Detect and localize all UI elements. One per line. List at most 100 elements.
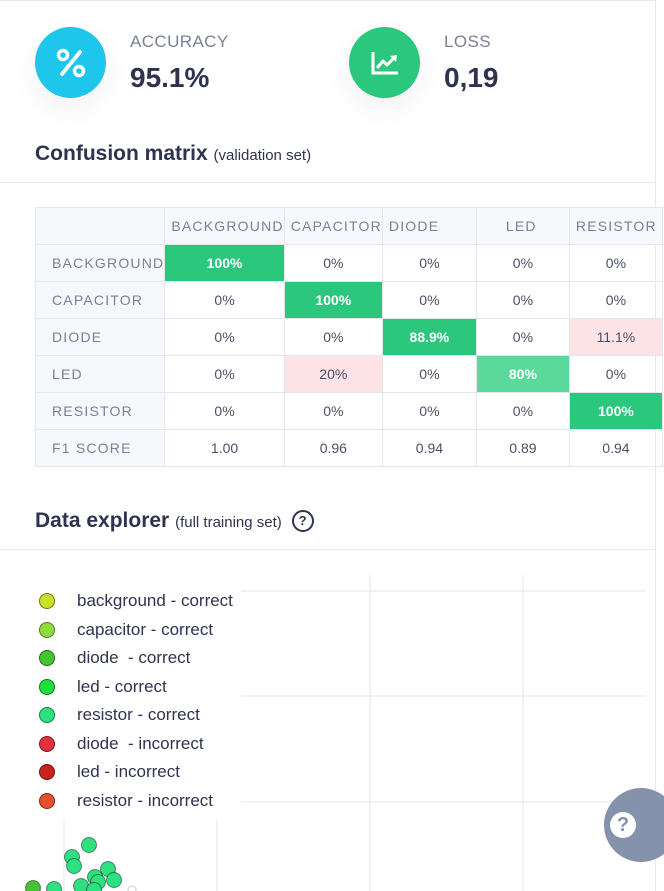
accuracy-stat: ACCURACY 95.1% xyxy=(35,27,275,98)
column-header: BACKGROUND xyxy=(164,207,285,245)
loss-stat: LOSS 0,19 xyxy=(349,27,589,98)
matrix-cell: 100% xyxy=(164,244,285,282)
confusion-matrix-title: Confusion matrix (validation set) xyxy=(35,142,311,166)
legend-dot xyxy=(39,593,55,610)
section-divider xyxy=(0,549,655,550)
legend-dot xyxy=(39,707,55,724)
legend-item[interactable]: resistor - incorrect xyxy=(38,787,233,816)
legend-item[interactable]: led - correct xyxy=(38,673,233,702)
f1-cell: 0.94 xyxy=(568,429,663,467)
loss-label: LOSS xyxy=(444,32,491,51)
data-point xyxy=(25,880,41,891)
data-explorer-title: Data explorer (full training set) ? xyxy=(35,509,314,533)
confusion-matrix-table: BACKGROUND CAPACITOR DIODE LED RESISTOR … xyxy=(34,207,663,467)
legend-item[interactable]: diode - correct xyxy=(38,644,233,673)
row-header: DIODE xyxy=(34,318,166,356)
matrix-cell: 88.9% xyxy=(381,318,477,356)
matrix-cell: 0% xyxy=(164,392,285,430)
legend-label: diode - correct xyxy=(77,648,191,668)
explorer-title-text: Data explorer xyxy=(35,509,170,532)
accuracy-label: ACCURACY xyxy=(130,32,229,51)
matrix-cell: 0% xyxy=(164,355,285,393)
data-points xyxy=(25,837,137,891)
column-header: RESISTOR xyxy=(568,207,663,245)
confusion-title-text: Confusion matrix xyxy=(35,142,208,165)
top-border xyxy=(0,0,655,1)
f1-cell: 0.89 xyxy=(475,429,570,467)
matrix-cell: 0% xyxy=(568,244,663,282)
table-header-row: BACKGROUND CAPACITOR DIODE LED RESISTOR xyxy=(34,207,663,245)
table-row: CAPACITOR 0% 100% 0% 0% 0% xyxy=(34,281,663,319)
question-icon: ? xyxy=(610,812,636,838)
legend-item[interactable]: capacitor - correct xyxy=(38,616,233,645)
matrix-cell: 11.1% xyxy=(568,318,663,356)
row-header: CAPACITOR xyxy=(34,281,166,319)
legend-label: resistor - correct xyxy=(77,705,200,725)
matrix-cell: 0% xyxy=(283,318,383,356)
legend-item[interactable]: diode - incorrect xyxy=(38,730,233,759)
legend-label: diode - incorrect xyxy=(77,733,204,753)
matrix-cell: 0% xyxy=(475,244,570,282)
row-header: RESISTOR xyxy=(34,392,166,430)
f1-cell: 0.96 xyxy=(283,429,383,467)
legend-dot xyxy=(39,792,55,809)
matrix-cell: 0% xyxy=(381,355,477,393)
matrix-cell: 100% xyxy=(283,281,383,319)
matrix-cell: 100% xyxy=(568,392,663,430)
column-header: DIODE xyxy=(381,207,477,245)
matrix-cell: 0% xyxy=(475,392,570,430)
table-row: DIODE 0% 0% 88.9% 0% 11.1% xyxy=(34,318,663,356)
table-corner xyxy=(34,207,166,245)
matrix-cell: 0% xyxy=(381,281,477,319)
confusion-subtitle: (validation set) xyxy=(213,147,312,164)
help-icon[interactable]: ? xyxy=(291,510,314,532)
matrix-cell: 0% xyxy=(381,244,477,282)
legend-dot xyxy=(39,735,55,752)
matrix-cell: 0% xyxy=(568,281,663,319)
f1-cell: 0.94 xyxy=(381,429,477,467)
f1-cell: 1.00 xyxy=(164,429,285,467)
data-point xyxy=(127,885,137,891)
explorer-subtitle: (full training set) xyxy=(175,514,282,531)
legend-label: capacitor - correct xyxy=(77,619,214,639)
matrix-cell: 0% xyxy=(283,244,383,282)
trending-up-icon xyxy=(349,27,420,98)
matrix-cell: 0% xyxy=(283,392,383,430)
matrix-cell: 0% xyxy=(475,281,570,319)
legend-label: led - incorrect xyxy=(77,762,180,782)
legend-label: resistor - incorrect xyxy=(77,790,214,810)
row-header: LED xyxy=(34,355,166,393)
legend-dot xyxy=(39,621,55,638)
f1-score-row: F1 SCORE 1.00 0.96 0.94 0.89 0.94 xyxy=(34,429,663,467)
data-point xyxy=(106,872,122,888)
accuracy-value: 95.1% xyxy=(130,62,210,93)
matrix-cell: 0% xyxy=(164,281,285,319)
row-header: BACKGROUND xyxy=(34,244,166,282)
table-row: RESISTOR 0% 0% 0% 0% 100% xyxy=(34,392,663,430)
data-point xyxy=(46,881,62,891)
legend-dot xyxy=(39,678,55,695)
legend-item[interactable]: background - correct xyxy=(38,587,233,616)
matrix-cell: 0% xyxy=(381,392,477,430)
legend-item[interactable]: led - incorrect xyxy=(38,758,233,787)
legend-label: led - correct xyxy=(77,676,167,696)
legend-dot xyxy=(39,764,55,781)
matrix-cell: 0% xyxy=(475,318,570,356)
matrix-cell: 0% xyxy=(164,318,285,356)
scatter-legend: background - correct capacitor - correct… xyxy=(30,583,241,819)
loss-value: 0,19 xyxy=(444,62,499,93)
section-divider xyxy=(0,182,655,183)
row-header: F1 SCORE xyxy=(34,429,166,467)
legend-label: background - correct xyxy=(77,591,233,611)
legend-dot xyxy=(39,650,55,667)
matrix-cell: 0% xyxy=(568,355,663,393)
matrix-cell: 20% xyxy=(283,355,383,393)
data-point xyxy=(66,858,82,874)
table-row: LED 0% 20% 0% 80% 0% xyxy=(34,355,663,393)
matrix-cell: 80% xyxy=(475,355,570,393)
legend-item[interactable]: resistor - correct xyxy=(38,701,233,730)
percent-icon xyxy=(35,27,106,98)
table-row: BACKGROUND 100% 0% 0% 0% 0% xyxy=(34,244,663,282)
data-point xyxy=(81,837,97,853)
column-header: CAPACITOR xyxy=(283,207,383,245)
